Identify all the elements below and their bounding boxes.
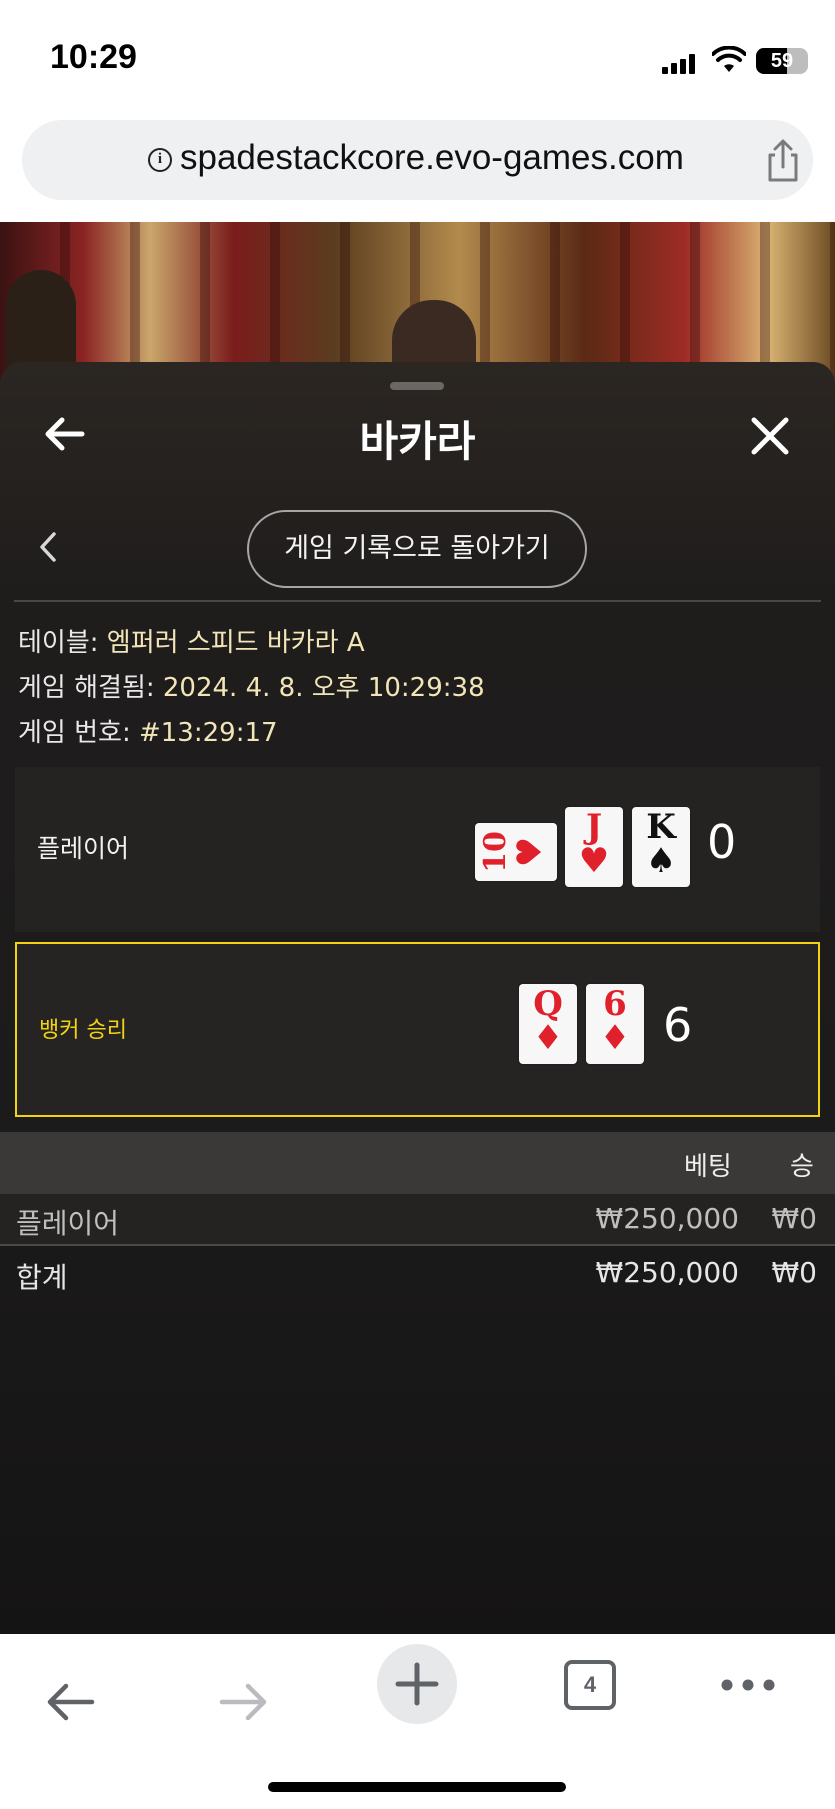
total-bet-amount: ₩250,000: [595, 1256, 739, 1289]
playing-card: 10 ♥: [475, 823, 557, 881]
bet-name: 플레이어: [16, 1207, 120, 1240]
playing-card: 6 ♦: [586, 984, 644, 1064]
more-icon[interactable]: [720, 1678, 776, 1692]
address-bar[interactable]: i spadestackcore.evo-games.com: [22, 120, 813, 200]
new-tab-button[interactable]: [377, 1644, 457, 1724]
table-label: 테이블:: [18, 628, 107, 658]
player-hand-row: 플레이어 10 ♥ J ♥ K ♠ 0: [15, 767, 820, 932]
card-suit: ♦: [599, 1018, 631, 1058]
card-suit: ♦: [532, 1018, 564, 1058]
game-history-panel: 바카라 게임 기록으로 돌아가기 테이블: 엠퍼러 스피드 바카라 A 게임 해…: [0, 362, 835, 1634]
win-amount: ₩0: [771, 1202, 818, 1235]
game-number-label: 게임 번호:: [18, 718, 139, 748]
resolved-info: 게임 해결됨: 2024. 4. 8. 오후 10:29:38: [18, 667, 485, 704]
divider: [14, 600, 821, 602]
back-to-history-button[interactable]: 게임 기록으로 돌아가기: [247, 510, 587, 588]
bet-amount: ₩250,000: [595, 1202, 739, 1235]
drag-handle[interactable]: [390, 382, 444, 390]
arrow-right-icon[interactable]: [218, 1682, 270, 1722]
plus-icon: [395, 1662, 439, 1706]
info-icon[interactable]: i: [148, 148, 172, 172]
playing-card: K ♠: [632, 807, 690, 887]
table-value: 엠퍼러 스피드 바카라 A: [106, 628, 365, 658]
status-time: 10:29: [50, 38, 137, 76]
status-bar: 10:29 59: [0, 0, 835, 110]
total-win-amount: ₩0: [771, 1256, 818, 1289]
bet-table-header: 베팅 승: [0, 1132, 835, 1194]
bet-column-header: 베팅: [684, 1152, 732, 1182]
share-icon[interactable]: [760, 138, 806, 184]
win-column-header: 승: [790, 1152, 814, 1182]
table-row: 합계 ₩250,000 ₩0: [0, 1248, 835, 1300]
playing-card: Q ♦: [519, 984, 577, 1064]
tab-switcher-button[interactable]: 4: [564, 1660, 616, 1710]
table-info: 테이블: 엠퍼러 스피드 바카라 A: [18, 622, 365, 659]
chevron-left-icon[interactable]: [36, 530, 60, 564]
close-icon[interactable]: [750, 416, 790, 456]
battery-level: 59: [770, 50, 794, 72]
panel-title: 바카라: [359, 417, 476, 466]
battery-icon: 59: [756, 48, 808, 74]
wifi-icon: [712, 46, 746, 72]
browser-toolbar: 4: [0, 1634, 835, 1809]
card-suit: ♠: [645, 841, 677, 881]
card-suit: ♥: [578, 841, 610, 881]
resolved-label: 게임 해결됨:: [18, 673, 163, 703]
resolved-value: 2024. 4. 8. 오후 10:29:38: [162, 673, 485, 703]
banker-win-label: 뱅커 승리: [39, 1018, 127, 1043]
total-label: 합계: [16, 1261, 68, 1294]
game-number-value: #13:29:17: [138, 718, 278, 748]
player-hand-label: 플레이어: [37, 834, 130, 863]
banker-hand-row: 뱅커 승리 Q ♦ 6 ♦ 6: [15, 942, 820, 1117]
url-text[interactable]: spadestackcore.evo-games.com: [180, 138, 684, 178]
card-suit: ♥: [510, 836, 550, 868]
banker-score: 6: [663, 998, 693, 1052]
home-indicator[interactable]: [268, 1782, 566, 1792]
cellular-signal-icon: [662, 54, 700, 74]
arrow-left-icon[interactable]: [44, 1682, 96, 1722]
table-row: 플레이어 ₩250,000 ₩0: [0, 1194, 835, 1246]
playing-card: J ♥: [565, 807, 623, 887]
player-score: 0: [707, 815, 737, 869]
game-number-info: 게임 번호: #13:29:17: [18, 712, 278, 749]
